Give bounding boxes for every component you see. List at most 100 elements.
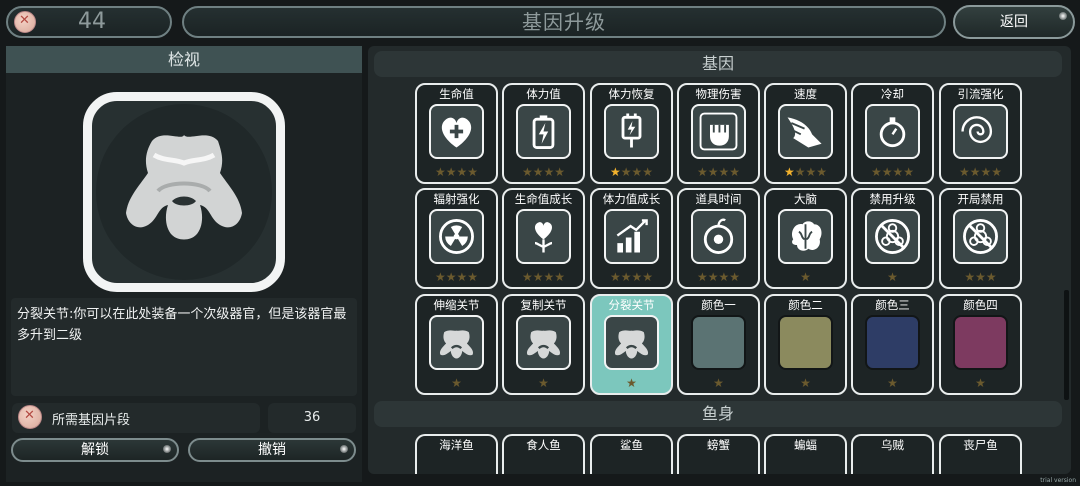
- star-icon: ★: [631, 270, 643, 284]
- gene-fragment-icon: [14, 11, 36, 33]
- star-icon: ★: [521, 270, 533, 284]
- fish-card[interactable]: 乌贼: [851, 434, 934, 474]
- star-icon: ★: [543, 270, 555, 284]
- fish-name: 鲨鱼: [620, 438, 643, 452]
- gene-card[interactable]: 速度 ★★★★: [764, 83, 847, 184]
- star-icon: ★: [642, 165, 654, 179]
- star-icon: ★: [620, 270, 632, 284]
- vertebra-large-icon: [96, 104, 272, 280]
- gene-card[interactable]: 体力恢复 ★★★★: [590, 83, 673, 184]
- star-rating: ★★★★: [941, 165, 1020, 179]
- star-icon: ★: [543, 165, 555, 179]
- vertebra-icon: [516, 315, 571, 370]
- star-icon: ★: [532, 165, 544, 179]
- stopwatch-icon: [865, 104, 920, 159]
- fish-card[interactable]: 螃蟹: [677, 434, 760, 474]
- heart-plant-icon: [516, 209, 571, 264]
- gene-card[interactable]: 生命值 ★★★★: [415, 83, 498, 184]
- gene-name: 体力值: [526, 87, 561, 101]
- growth-chart-icon: [604, 209, 659, 264]
- gene-card[interactable]: 颜色三 ★: [851, 294, 934, 395]
- fish-card[interactable]: 鲨鱼: [590, 434, 673, 474]
- gene-card[interactable]: 引流强化 ★★★★: [939, 83, 1022, 184]
- gene-card[interactable]: 物理伤害 ★★★★: [677, 83, 760, 184]
- star-icon: ★: [870, 165, 882, 179]
- gene-name: 大脑: [794, 192, 817, 206]
- fish-card[interactable]: 蝙蝠: [764, 434, 847, 474]
- star-icon: ★: [434, 165, 446, 179]
- title-bar: 基因升级: [182, 6, 946, 38]
- fish-card[interactable]: 食人鱼: [502, 434, 585, 474]
- star-rating: ★★★★: [679, 270, 758, 284]
- gene-name: 颜色四: [963, 298, 998, 312]
- star-icon: ★: [958, 165, 970, 179]
- star-icon: ★: [985, 270, 997, 284]
- gene-card[interactable]: 分裂关节 ★: [590, 294, 673, 395]
- gene-name: 生命值: [439, 87, 474, 101]
- timer-apple-icon: [691, 209, 746, 264]
- star-icon: ★: [434, 270, 446, 284]
- fish-card[interactable]: 丧尸鱼: [939, 434, 1022, 474]
- biohazard-ban-icon: [953, 209, 1008, 264]
- star-icon: ★: [609, 270, 621, 284]
- gene-name: 分裂关节: [608, 298, 655, 312]
- cancel-button[interactable]: 撤销: [188, 438, 356, 462]
- gene-card[interactable]: 生命值成长 ★★★★: [502, 188, 585, 289]
- gene-card[interactable]: 颜色一 ★: [677, 294, 760, 395]
- star-icon: ★: [467, 165, 479, 179]
- star-icon: ★: [451, 376, 462, 390]
- star-icon: ★: [783, 165, 795, 179]
- star-icon: ★: [816, 165, 828, 179]
- gene-card[interactable]: 禁用升级 ★: [851, 188, 934, 289]
- fish-name: 丧尸鱼: [963, 438, 998, 452]
- gene-card[interactable]: 辐射强化 ★★★★: [415, 188, 498, 289]
- star-icon: ★: [975, 376, 986, 390]
- star-icon: ★: [718, 165, 730, 179]
- gene-description: 分裂关节:你可以在此处装备一个次级器官，但是该器官最多升到二级: [17, 307, 347, 343]
- star-icon: ★: [794, 165, 806, 179]
- fish-section-title: 鱼身: [374, 401, 1062, 427]
- gene-name: 速度: [794, 87, 817, 101]
- star-icon: ★: [980, 165, 992, 179]
- gene-name: 引流强化: [957, 87, 1004, 101]
- star-rating: ★★★★: [679, 165, 758, 179]
- gene-name: 复制关节: [520, 298, 567, 312]
- radiation-icon: [429, 209, 484, 264]
- star-icon: ★: [729, 270, 741, 284]
- gene-card[interactable]: 大脑 ★: [764, 188, 847, 289]
- vertebra-icon: [604, 315, 659, 370]
- watermark: trial version: [1040, 477, 1076, 484]
- gene-name: 颜色三: [875, 298, 910, 312]
- gene-card[interactable]: 颜色二 ★: [764, 294, 847, 395]
- star-rating: ★★★★: [504, 270, 583, 284]
- gene-card[interactable]: 复制关节 ★: [502, 294, 585, 395]
- star-rating: ★★★: [941, 270, 1020, 284]
- color-swatch: [953, 315, 1008, 370]
- gene-list-panel[interactable]: 基因 生命值 ★★★★ 体力值 ★★★★ 体力恢复 ★★★★ 物理伤害 ★★★★ 速度 ★★★★ 冷…: [368, 46, 1071, 474]
- gene-card[interactable]: 颜色四 ★: [939, 294, 1022, 395]
- unlock-button[interactable]: 解锁: [11, 438, 179, 462]
- star-icon: ★: [696, 165, 708, 179]
- gene-card[interactable]: 道具时间 ★★★★: [677, 188, 760, 289]
- star-rating: ★: [592, 376, 671, 390]
- scrollbar[interactable]: [1064, 290, 1069, 400]
- fish-card[interactable]: 海洋鱼: [415, 434, 498, 474]
- star-icon: ★: [445, 165, 457, 179]
- gene-card[interactable]: 体力值 ★★★★: [502, 83, 585, 184]
- color-swatch: [778, 315, 833, 370]
- gene-card[interactable]: 体力值成长 ★★★★: [590, 188, 673, 289]
- star-icon: ★: [892, 165, 904, 179]
- star-icon: ★: [964, 270, 976, 284]
- winged-shoe-icon: [778, 104, 833, 159]
- star-icon: ★: [532, 270, 544, 284]
- gene-card[interactable]: 开局禁用 ★★★: [939, 188, 1022, 289]
- star-rating: ★★★★: [417, 165, 496, 179]
- cost-row: 所需基因片段: [12, 403, 260, 433]
- star-icon: ★: [445, 270, 457, 284]
- gene-card[interactable]: 冷却 ★★★★: [851, 83, 934, 184]
- star-icon: ★: [707, 165, 719, 179]
- star-icon: ★: [456, 270, 468, 284]
- gene-name: 颜色二: [788, 298, 823, 312]
- back-button[interactable]: 返回: [953, 5, 1075, 39]
- gene-card[interactable]: 伸缩关节 ★: [415, 294, 498, 395]
